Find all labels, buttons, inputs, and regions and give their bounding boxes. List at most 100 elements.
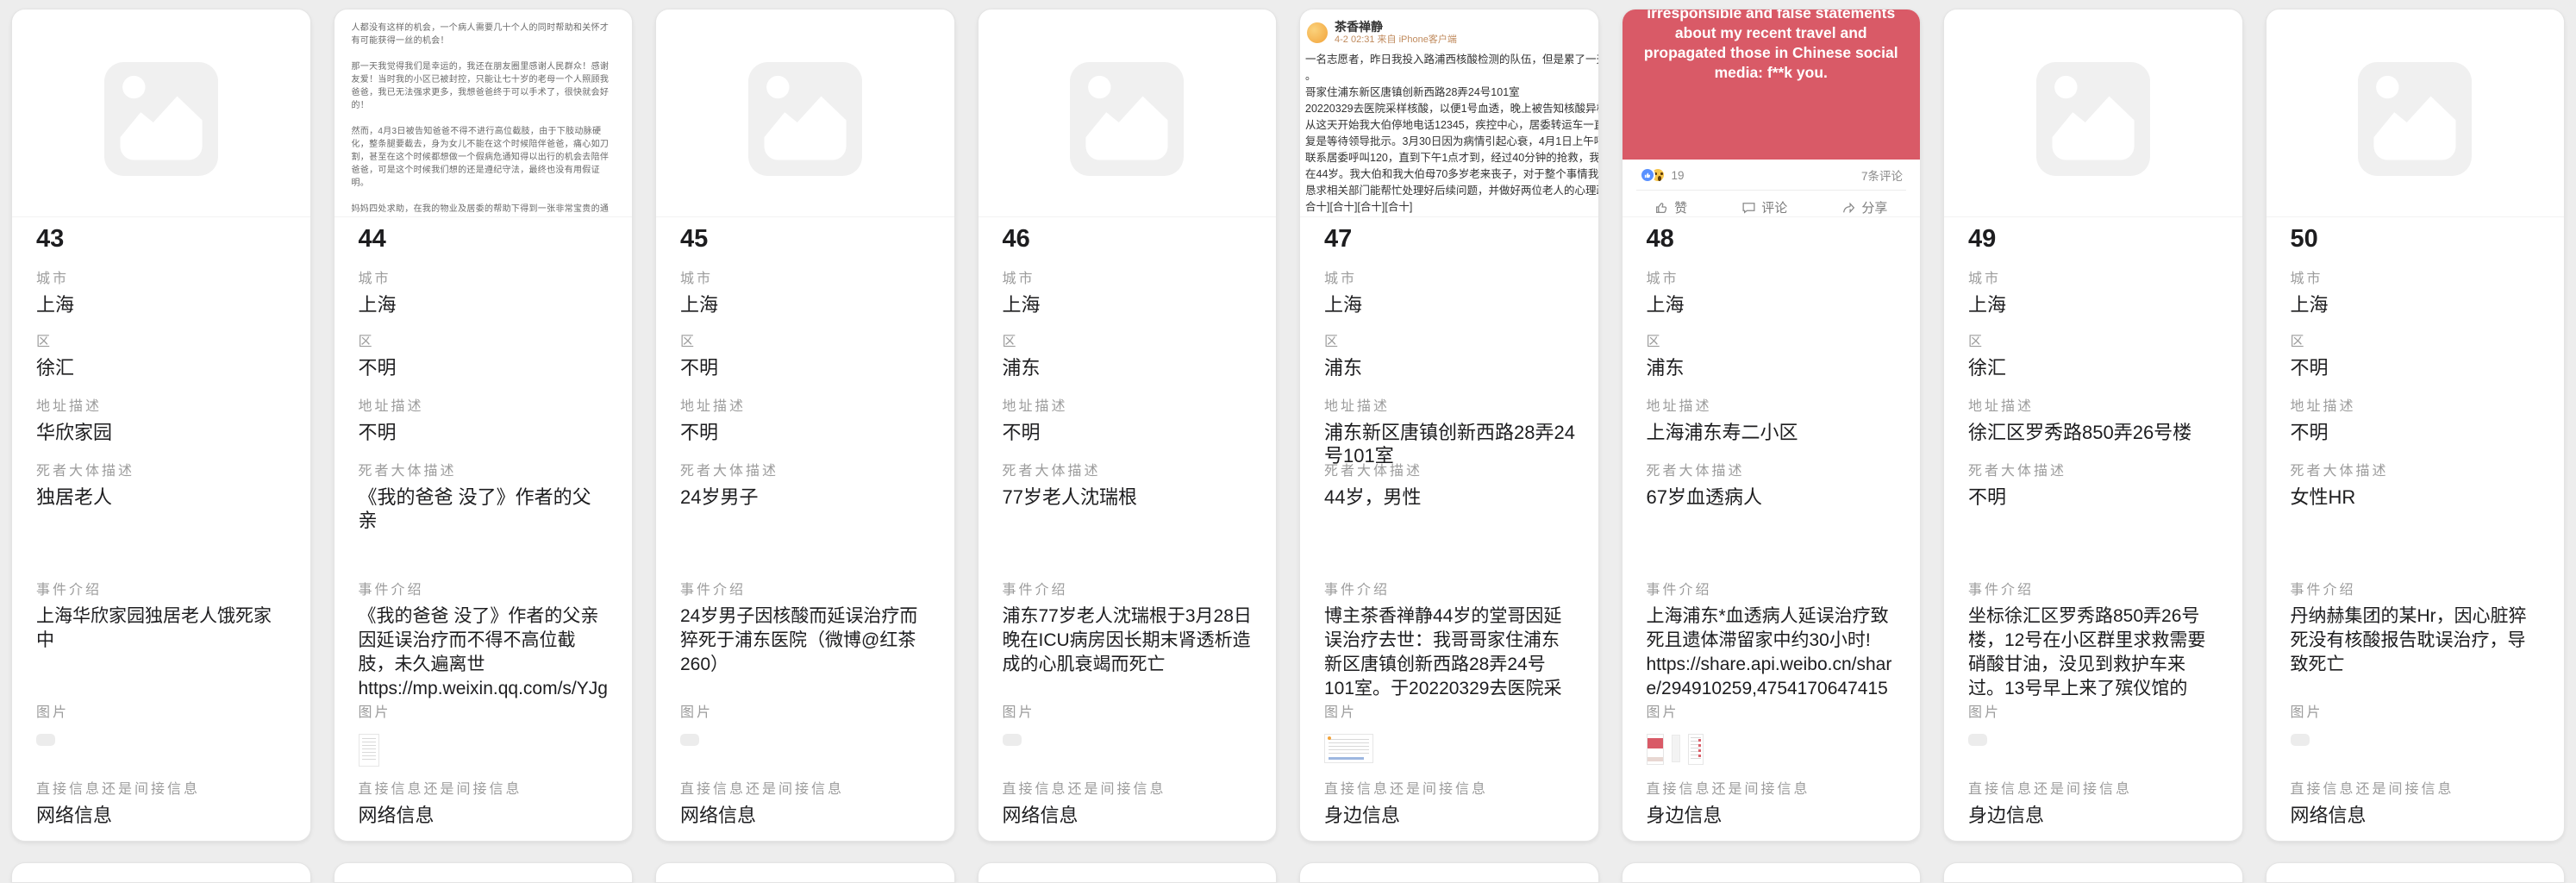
field-label-event: 事件介绍 <box>1324 582 1576 599</box>
field-label-image: 图片 <box>1647 705 1898 722</box>
card-50[interactable]: 50 城市上海 区不明 地址描述不明 死者大体描述女性HR 事件介绍丹纳赫集团的… <box>2266 9 2566 842</box>
facebook-reactions: 19 <box>1640 167 1685 183</box>
card-number: 47 <box>1324 225 1352 254</box>
field-label-event: 事件介绍 <box>36 582 288 599</box>
card-image-area: 茶香禅静 4-2 02:31 来自 iPhone客户端 一名志愿者，昨日我投入路… <box>1300 9 1598 217</box>
image-thumbnail[interactable] <box>36 734 55 746</box>
next-row-preview <box>11 862 2565 883</box>
field-value-event: 坐标徐汇区罗秀路850弄26号楼，12号在小区群里求救需要硝酸甘油，没见到救护车… <box>1968 604 2220 701</box>
field-value-direct: 网络信息 <box>1003 804 1254 827</box>
next-row-card-top <box>2266 862 2566 883</box>
field-value-deceased: 不明 <box>1968 485 2220 509</box>
field-label-address: 地址描述 <box>2291 398 2542 416</box>
image-thumbnail[interactable] <box>1647 734 1664 765</box>
field-value-event: 博主茶香禅静44岁的堂哥因延误治疗去世：我哥哥家住浦东新区唐镇创新西路28弄24… <box>1324 604 1576 701</box>
card-number: 46 <box>1003 225 1030 254</box>
next-row-card-top <box>334 862 634 883</box>
field-value-deceased: 女性HR <box>2291 485 2542 509</box>
field-label-direct: 直接信息还是间接信息 <box>359 781 610 798</box>
field-label-city: 城市 <box>359 271 610 288</box>
field-value-city: 上海 <box>1003 293 1254 316</box>
reaction-count: 19 <box>1672 169 1685 182</box>
card-image-area <box>979 9 1277 217</box>
field-label-event: 事件介绍 <box>1968 582 2220 599</box>
field-label-city: 城市 <box>1647 271 1898 288</box>
field-label-district: 区 <box>359 334 610 351</box>
field-label-event: 事件介绍 <box>1647 582 1898 599</box>
field-value-address: 徐汇区罗秀路850弄26号楼 <box>1968 421 2220 444</box>
field-value-deceased: 44岁，男性 <box>1324 485 1576 509</box>
field-label-address: 地址描述 <box>680 398 932 416</box>
field-label-city: 城市 <box>1968 271 2220 288</box>
field-label-address: 地址描述 <box>36 398 288 416</box>
card-44[interactable]: 人都没有这样的机会，一个病人需要几十个人的同时帮助和关怀才有可能获得一丝的机会！… <box>334 9 634 842</box>
card-47[interactable]: 茶香禅静 4-2 02:31 来自 iPhone客户端 一名志愿者，昨日我投入路… <box>1299 9 1599 842</box>
field-value-address: 不明 <box>1003 421 1254 444</box>
card-43[interactable]: 43 城市上海 区徐汇 地址描述华欣家园 死者大体描述独居老人 事件介绍上海华欣… <box>11 9 311 842</box>
field-label-direct: 直接信息还是间接信息 <box>2291 781 2542 798</box>
weibo-post-text: 一名志愿者，昨日我投入路浦西核酸检测的队伍，但是累了一天后晚上接 。 哥家住浦东… <box>1305 52 1598 216</box>
field-value-city: 上海 <box>1324 293 1576 316</box>
field-label-image: 图片 <box>2291 705 2542 722</box>
field-label-direct: 直接信息还是间接信息 <box>680 781 932 798</box>
field-value-address: 华欣家园 <box>36 421 288 444</box>
field-label-district: 区 <box>2291 334 2542 351</box>
card-46[interactable]: 46 城市上海 区浦东 地址描述不明 死者大体描述77岁老人沈瑞根 事件介绍浦东… <box>978 9 1278 842</box>
next-row-card-top <box>1622 862 1922 883</box>
field-value-address: 不明 <box>359 421 610 444</box>
victim-card-board: 43 城市上海 区徐汇 地址描述华欣家园 死者大体描述独居老人 事件介绍上海华欣… <box>11 9 2565 842</box>
field-value-direct: 身边信息 <box>1968 804 2220 827</box>
field-label-deceased: 死者大体描述 <box>2291 463 2542 480</box>
field-label-deceased: 死者大体描述 <box>36 463 288 480</box>
field-label-image: 图片 <box>680 705 932 722</box>
card-image-area <box>1944 9 2242 217</box>
field-value-deceased: 《我的爸爸 没了》作者的父亲 <box>359 485 610 532</box>
next-row-card-top <box>655 862 955 883</box>
comment-button[interactable]: 评论 <box>1741 198 1787 216</box>
image-thumbnail[interactable] <box>359 734 379 767</box>
image-thumbnail[interactable] <box>1672 735 1680 762</box>
card-image-area: irresponsible and false statements about… <box>1623 9 1921 217</box>
card-49[interactable]: 49 城市上海 区徐汇 地址描述徐汇区罗秀路850弄26号楼 死者大体描述不明 … <box>1943 9 2243 842</box>
image-thumbnail[interactable] <box>680 734 699 746</box>
image-thumbnail[interactable] <box>1688 734 1704 765</box>
field-value-city: 上海 <box>1968 293 2220 316</box>
weibo-author: 茶香禅静 <box>1335 20 1457 34</box>
weibo-post-meta: 4-2 02:31 来自 iPhone客户端 <box>1335 34 1457 46</box>
card-number: 49 <box>1968 225 1996 254</box>
field-value-city: 上海 <box>359 293 610 316</box>
image-placeholder-icon <box>748 62 862 176</box>
field-value-city: 上海 <box>36 293 288 316</box>
weibo-avatar <box>1307 22 1328 43</box>
comments-count[interactable]: 7条评论 <box>1861 166 1903 184</box>
field-value-direct: 网络信息 <box>2291 804 2542 827</box>
card-45[interactable]: 45 城市上海 区不明 地址描述不明 死者大体描述24岁男子 事件介绍24岁男子… <box>655 9 955 842</box>
card-image-area: 人都没有这样的机会，一个病人需要几十个人的同时帮助和关怀才有可能获得一丝的机会！… <box>335 9 633 217</box>
field-label-image: 图片 <box>359 705 610 722</box>
field-value-event: 上海浦东*血透病人延误治疗致死且遗体滞留家中约30小时! https://sha… <box>1647 604 1898 701</box>
card-48[interactable]: irresponsible and false statements about… <box>1622 9 1922 842</box>
like-reaction-icon <box>1640 167 1655 183</box>
field-label-deceased: 死者大体描述 <box>1968 463 2220 480</box>
share-button[interactable]: 分享 <box>1841 198 1887 216</box>
field-label-district: 区 <box>1003 334 1254 351</box>
field-value-district: 浦东 <box>1647 356 1898 379</box>
image-thumbnail[interactable] <box>1324 734 1373 763</box>
field-value-district: 徐汇 <box>36 356 288 379</box>
field-value-address: 不明 <box>680 421 932 444</box>
like-button[interactable]: 赞 <box>1654 198 1687 216</box>
image-placeholder-icon <box>2358 62 2472 176</box>
image-thumbnail[interactable] <box>1968 734 1987 746</box>
field-label-city: 城市 <box>680 271 932 288</box>
card-number: 45 <box>680 225 708 254</box>
image-thumbnail[interactable] <box>1003 734 1022 746</box>
field-value-event: 《我的爸爸 没了》作者的父亲因延误治疗而不得不高位截肢，未久遍离世 https:… <box>359 604 610 701</box>
field-label-deceased: 死者大体描述 <box>1324 463 1576 480</box>
field-value-deceased: 77岁老人沈瑞根 <box>1003 485 1254 509</box>
field-value-district: 徐汇 <box>1968 356 2220 379</box>
field-label-address: 地址描述 <box>1968 398 2220 416</box>
image-thumbnail[interactable] <box>2291 734 2310 746</box>
field-label-direct: 直接信息还是间接信息 <box>1003 781 1254 798</box>
field-value-direct: 身边信息 <box>1647 804 1898 827</box>
field-label-event: 事件介绍 <box>2291 582 2542 599</box>
